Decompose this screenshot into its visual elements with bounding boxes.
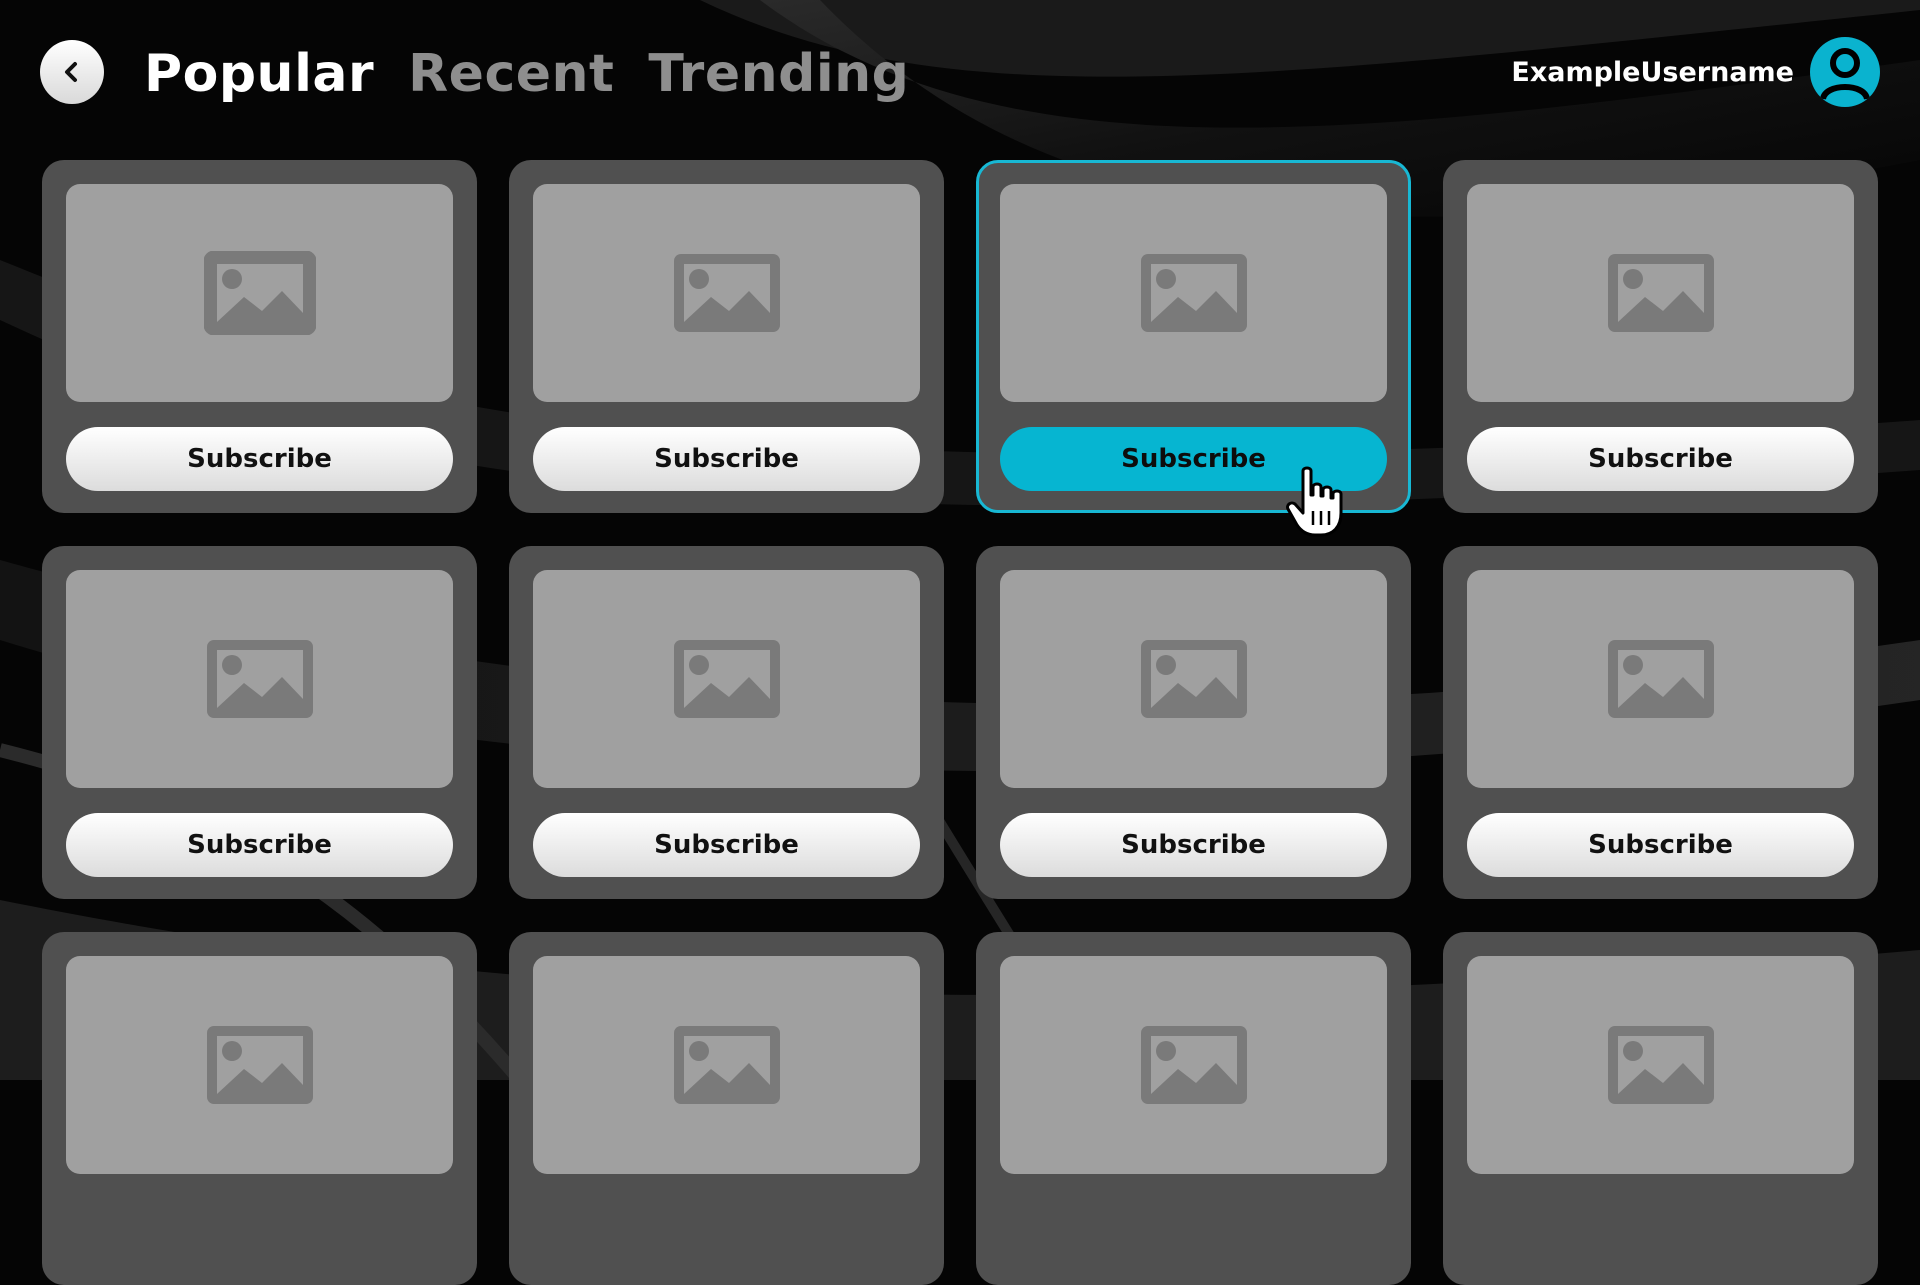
channel-card[interactable] <box>42 932 477 1285</box>
image-placeholder-icon <box>203 251 316 335</box>
image-placeholder-icon <box>673 640 780 718</box>
thumbnail <box>66 570 453 788</box>
tab-recent[interactable]: Recent <box>408 38 614 110</box>
tab-popular[interactable]: Popular <box>144 38 374 110</box>
channel-card[interactable]: Subscribe <box>42 546 477 899</box>
channel-card[interactable]: Subscribe <box>509 546 944 899</box>
image-placeholder-icon <box>1607 640 1714 718</box>
user-profile: ExampleUsername <box>1511 36 1880 108</box>
image-placeholder-icon <box>1607 254 1714 332</box>
thumbnail <box>533 570 920 788</box>
channel-card[interactable] <box>976 932 1411 1285</box>
image-placeholder-icon <box>1140 254 1247 332</box>
subscribe-button[interactable]: Subscribe <box>533 813 920 877</box>
chevron-left-icon <box>65 62 77 82</box>
thumbnail <box>1000 184 1387 402</box>
thumbnail <box>1467 956 1854 1174</box>
category-tabs: Popular Recent Trending <box>144 38 909 110</box>
subscribe-button[interactable]: Subscribe <box>1000 813 1387 877</box>
channel-card[interactable] <box>1443 932 1878 1285</box>
channel-card[interactable]: Subscribe <box>42 160 477 513</box>
thumbnail <box>66 956 453 1174</box>
image-placeholder-icon <box>1140 1026 1247 1104</box>
channel-card[interactable]: Subscribe <box>1443 160 1878 513</box>
thumbnail <box>533 184 920 402</box>
subscribe-button[interactable]: Subscribe <box>66 813 453 877</box>
thumbnail <box>1467 570 1854 788</box>
username-label: ExampleUsername <box>1511 56 1794 88</box>
image-placeholder-icon <box>1607 1026 1714 1104</box>
channel-grid: Subscribe Subscribe Subscribe Subscribe … <box>42 160 1878 1285</box>
subscribe-button[interactable]: Subscribe <box>533 427 920 491</box>
image-placeholder-icon <box>206 640 313 718</box>
tab-trending[interactable]: Trending <box>648 38 909 110</box>
thumbnail <box>1000 570 1387 788</box>
thumbnail <box>533 956 920 1174</box>
subscribe-button[interactable]: Subscribe <box>1467 427 1854 491</box>
channel-card-selected[interactable]: Subscribe <box>976 160 1411 513</box>
thumbnail <box>1467 184 1854 402</box>
top-bar: Popular Recent Trending ExampleUsername <box>0 0 1920 150</box>
image-placeholder-icon <box>1140 640 1247 718</box>
subscribe-button[interactable]: Subscribe <box>66 427 453 491</box>
channel-card[interactable] <box>509 932 944 1285</box>
channel-card[interactable]: Subscribe <box>1443 546 1878 899</box>
user-icon <box>1820 48 1870 101</box>
thumbnail <box>66 184 453 402</box>
thumbnail <box>1000 956 1387 1174</box>
back-button[interactable] <box>40 40 104 104</box>
image-placeholder-icon <box>673 1026 780 1104</box>
hand-cursor-icon <box>1286 466 1343 537</box>
channel-card[interactable]: Subscribe <box>976 546 1411 899</box>
channel-card[interactable]: Subscribe <box>509 160 944 513</box>
image-placeholder-icon <box>673 254 780 332</box>
avatar[interactable] <box>1810 37 1880 107</box>
image-placeholder-icon <box>206 1026 313 1104</box>
subscribe-button[interactable]: Subscribe <box>1467 813 1854 877</box>
